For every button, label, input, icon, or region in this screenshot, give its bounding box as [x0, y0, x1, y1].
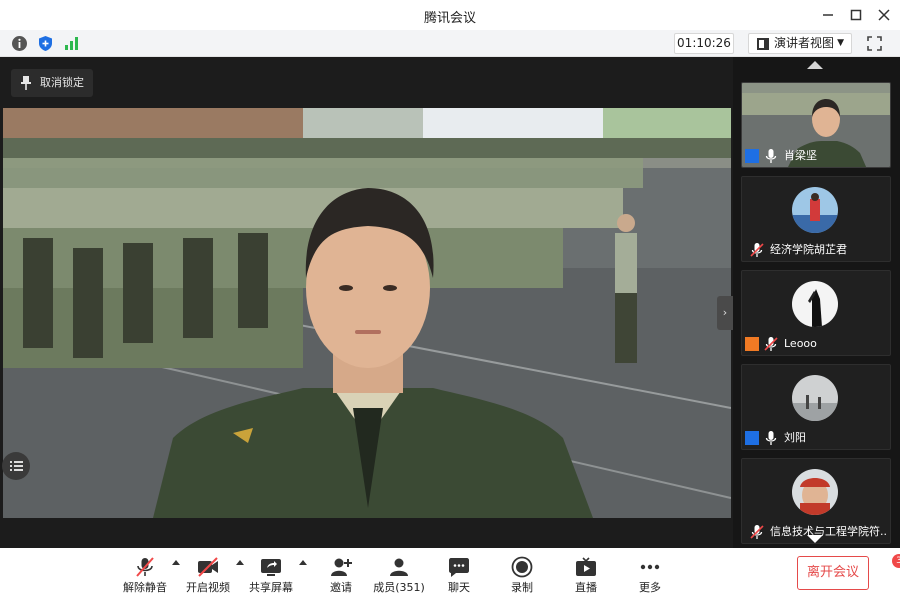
- record-label: 录制: [511, 581, 533, 594]
- avatar: [792, 187, 838, 233]
- member-list-toggle[interactable]: [2, 452, 30, 480]
- more-icon: [640, 564, 660, 570]
- chat-unread-badge: 3: [892, 554, 900, 568]
- mic-muted-icon: [764, 337, 778, 351]
- participant-sidebar: 肖梁坚 经济学院胡芷君 Leooo 刘阳 信息技术与工程学院符...: [733, 57, 900, 548]
- invite-label: 邀请: [330, 581, 352, 594]
- maximize-icon: [850, 9, 862, 21]
- add-user-icon: [331, 558, 352, 576]
- shield-icon: [39, 36, 52, 51]
- fullscreen-icon: [867, 36, 882, 51]
- view-mode-dropdown[interactable]: 演讲者视图 ▼: [748, 33, 852, 54]
- info-icon: [12, 36, 27, 51]
- camera-off-icon: [198, 557, 218, 577]
- chat-button[interactable]: 3 聊天: [431, 548, 900, 600]
- window-title: 腾讯会议: [423, 11, 476, 26]
- mic-muted-icon: [750, 525, 764, 539]
- share-screen-button[interactable]: 共享屏幕: [243, 548, 299, 600]
- unmute-label: 解除静音: [123, 581, 167, 594]
- chevron-down-icon: ▼: [837, 38, 844, 48]
- avatar: [792, 375, 838, 421]
- live-stream-icon: [576, 557, 596, 576]
- members-label: 成员(351): [373, 581, 425, 594]
- list-icon: [10, 461, 23, 471]
- participant-name: 经济学院胡芷君: [770, 243, 847, 256]
- participant-name: Leooo: [784, 337, 817, 350]
- participant-name: 信息技术与工程学院符...: [770, 525, 888, 538]
- meeting-timer: 01:10:26: [674, 33, 734, 54]
- maximize-button[interactable]: [847, 6, 865, 24]
- expand-sidebar-button[interactable]: ›: [717, 296, 733, 330]
- speaker-video: [3, 108, 731, 518]
- record-button[interactable]: 录制: [494, 548, 550, 600]
- avatar: [792, 469, 838, 515]
- info-button[interactable]: [11, 35, 28, 52]
- network-status-button[interactable]: [63, 35, 80, 52]
- signal-icon: [65, 37, 78, 50]
- view-mode-label: 演讲者视图: [774, 36, 835, 50]
- live-stream-button[interactable]: 直播: [558, 548, 614, 600]
- share-screen-label: 共享屏幕: [249, 581, 293, 594]
- start-video-label: 开启视频: [186, 581, 230, 594]
- live-stream-label: 直播: [575, 581, 597, 594]
- avatar: [792, 281, 838, 327]
- close-icon: [878, 9, 890, 21]
- participant-name: 刘阳: [784, 431, 806, 444]
- participant-tile[interactable]: 肖梁坚: [741, 82, 891, 168]
- mic-muted-icon: [750, 243, 764, 257]
- participant-tile[interactable]: 经济学院胡芷君: [741, 176, 891, 262]
- participant-name: 肖梁坚: [784, 149, 817, 162]
- audio-options-caret-icon[interactable]: [172, 560, 180, 565]
- invite-button[interactable]: 邀请: [313, 548, 369, 600]
- participant-name-bar: 经济学院胡芷君: [742, 239, 890, 261]
- bottom-toolbar: 解除静音 开启视频 共享屏幕 邀请 成员(351) 3 聊天 录制 直播 更多 …: [0, 548, 900, 600]
- leave-meeting-button[interactable]: 离开会议: [797, 556, 869, 590]
- minimize-button[interactable]: [819, 6, 837, 24]
- unlock-pin-button[interactable]: 取消锁定: [11, 69, 93, 97]
- members-icon: [390, 558, 408, 576]
- chevron-right-icon: ›: [722, 306, 728, 319]
- security-button[interactable]: [37, 35, 54, 52]
- mic-icon: [765, 149, 777, 163]
- share-options-caret-icon[interactable]: [299, 560, 307, 565]
- title-bar: 腾讯会议: [0, 0, 900, 30]
- chat-label: 聊天: [448, 581, 470, 594]
- scroll-up-arrow-icon[interactable]: [807, 61, 823, 69]
- participant-tile[interactable]: 刘阳: [741, 364, 891, 450]
- participant-name-bar: 刘阳: [742, 427, 890, 449]
- fullscreen-button[interactable]: [866, 35, 883, 52]
- participant-name-bar: 肖梁坚: [742, 145, 890, 167]
- close-button[interactable]: [875, 6, 893, 24]
- chat-icon: [449, 558, 469, 577]
- participant-name-bar: Leooo: [742, 333, 890, 355]
- unmute-button[interactable]: 解除静音: [117, 548, 173, 600]
- mic-muted-icon: [136, 557, 154, 577]
- members-button[interactable]: 成员(351): [371, 548, 427, 600]
- minimize-icon: [823, 14, 833, 16]
- pin-icon: [21, 76, 31, 90]
- participant-tile[interactable]: Leooo: [741, 270, 891, 356]
- mic-icon: [765, 431, 777, 445]
- unlock-label: 取消锁定: [40, 76, 84, 89]
- parade-background-image: [3, 108, 731, 518]
- record-icon: [511, 556, 533, 578]
- user-badge-icon: [745, 337, 759, 351]
- user-badge-icon: [745, 431, 759, 445]
- more-label: 更多: [639, 581, 661, 594]
- more-button[interactable]: 更多: [622, 548, 678, 600]
- scroll-down-arrow-icon[interactable]: [807, 535, 823, 543]
- main-video-stage: 取消锁定 ›: [0, 57, 733, 548]
- share-screen-icon: [261, 559, 281, 576]
- speaker-view-icon: [757, 38, 769, 50]
- participant-tile[interactable]: 信息技术与工程学院符...: [741, 458, 891, 544]
- meeting-info-bar: 01:10:26 演讲者视图 ▼: [0, 30, 900, 57]
- user-badge-icon: [745, 149, 759, 163]
- start-video-button[interactable]: 开启视频: [180, 548, 236, 600]
